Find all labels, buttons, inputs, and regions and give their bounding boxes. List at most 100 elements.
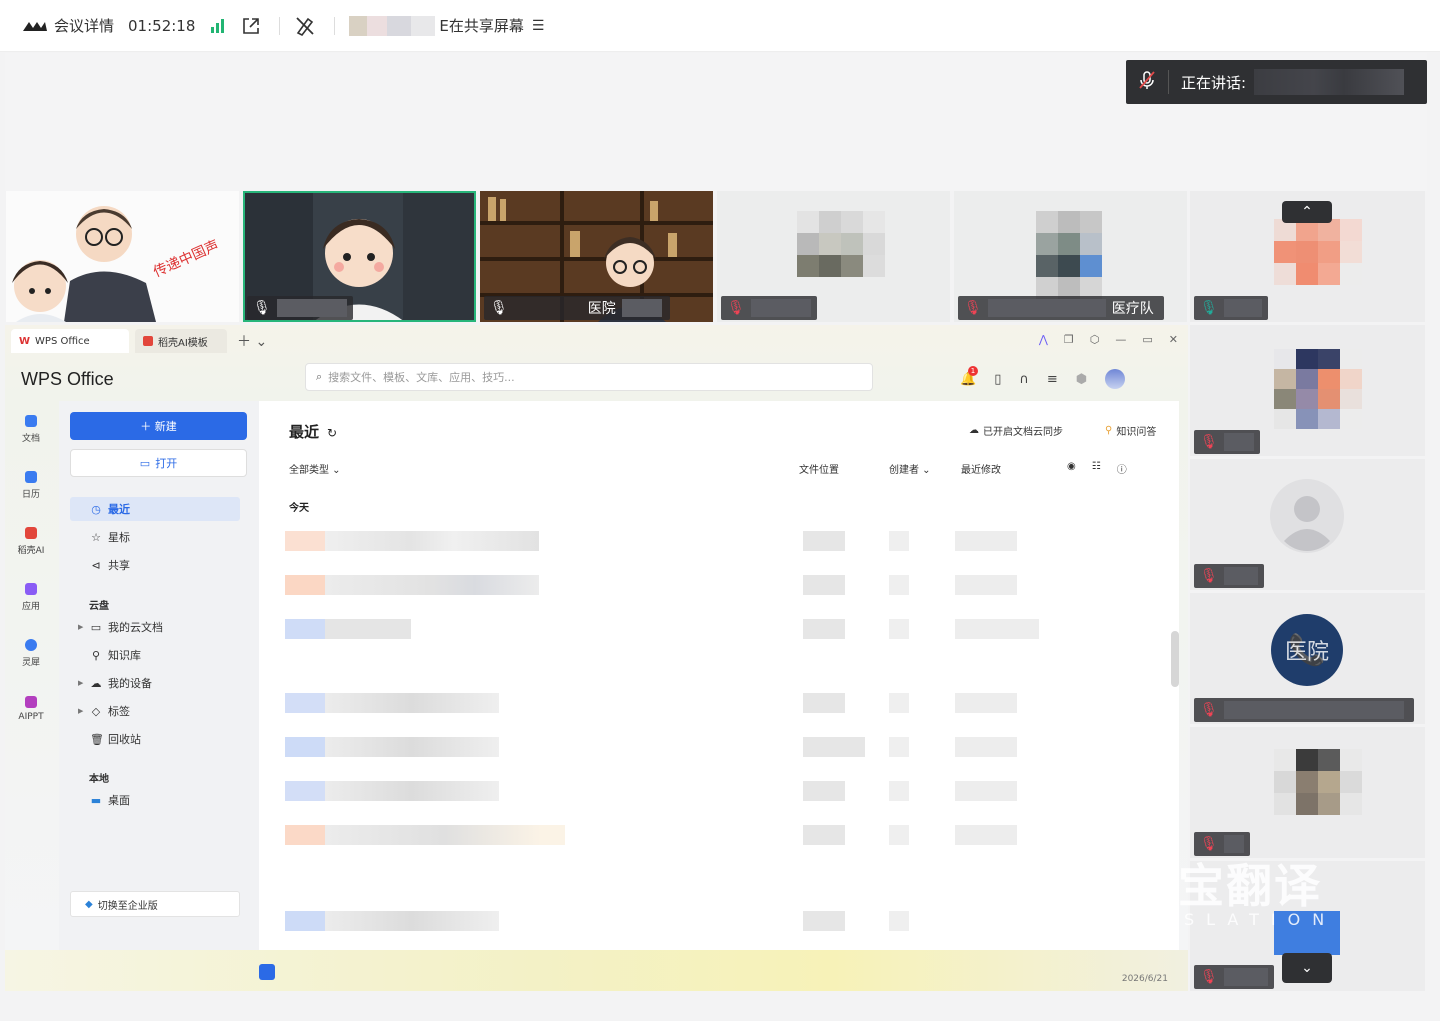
video-tile-1[interactable]: 传递中国声	[6, 191, 239, 322]
menu-lines-icon: ☰	[531, 17, 545, 34]
annotation-off-icon[interactable]	[294, 15, 316, 37]
book-icon[interactable]: ▯	[994, 372, 1001, 387]
sidebar-item-trash[interactable]: 🗑 回收站	[70, 727, 240, 751]
sidebar-item-my-device[interactable]: ☁ 我的设备	[70, 671, 240, 695]
sidebar-item-tags[interactable]: ◇ 标签	[70, 699, 240, 723]
cloud-sync-status[interactable]: ☁ 已开启文档云同步	[969, 423, 1063, 438]
column-creator[interactable]: 创建者 ⌄	[889, 461, 931, 476]
open-file-button[interactable]: ▭ 打开	[70, 449, 247, 477]
video-tile-5[interactable]: 🎙 医疗队	[954, 191, 1187, 322]
meeting-details-button[interactable]: 会议详情	[22, 15, 114, 36]
speaking-indicator: 正在讲话:	[1126, 60, 1427, 104]
sidebar-tile-4[interactable]: 📞 医院 🎙	[1190, 593, 1425, 724]
rail-label: 稻壳AI	[17, 545, 45, 556]
switch-enterprise-button[interactable]: ◆ 切换至企业版	[70, 891, 240, 917]
filter-all-types[interactable]: 全部类型 ⌄	[289, 461, 341, 476]
list-settings-icon[interactable]: ☷	[1092, 461, 1101, 476]
info-icon[interactable]: ⓘ	[1117, 461, 1127, 476]
calendar-icon	[25, 470, 37, 483]
knowledge-qa-label: 知识问答	[1116, 427, 1157, 438]
headset-icon[interactable]: ∩	[1019, 372, 1029, 387]
sidebar-tile-5[interactable]: 🎙	[1190, 727, 1425, 858]
default-avatar-icon	[1270, 479, 1344, 553]
participant-name-tag: 🎙	[1194, 698, 1414, 722]
meeting-app-icon[interactable]	[259, 964, 275, 980]
speaking-label: 正在讲话:	[1181, 73, 1247, 92]
sidebar-item-desktop[interactable]: ▬ 桌面	[70, 788, 240, 812]
ai-icon[interactable]: ⋀	[1039, 333, 1048, 346]
folder-icon: ▭	[90, 620, 102, 634]
wps-left-rail: 文档 日历 稻壳AI 应用 灵犀 AIPPT	[5, 401, 57, 737]
tab-docer-template[interactable]: 稻壳AI模板	[135, 329, 227, 353]
popout-icon[interactable]	[241, 16, 261, 36]
wps-tab-bar: W WPS Office 稻壳AI模板 ＋ ⌄	[11, 329, 267, 353]
participant-name-blurred	[1223, 968, 1268, 986]
sidebar-item-star[interactable]: ☆ 星标	[70, 525, 240, 549]
rail-label: 文档	[21, 433, 40, 444]
tab-wps-office[interactable]: W WPS Office	[11, 329, 129, 353]
column-location[interactable]: 文件位置	[799, 461, 839, 476]
sidebar-item-share[interactable]: ⊲ 共享	[70, 553, 240, 577]
video-tile-4[interactable]: 🎙	[717, 191, 950, 322]
sharing-status[interactable]: E在共享屏幕 ☰	[349, 15, 544, 36]
sidebar-item-knowledge[interactable]: ⚲ 知识库	[70, 643, 240, 667]
refresh-icon[interactable]: ↻	[327, 426, 337, 440]
scroll-down-button[interactable]: ⌄	[1282, 953, 1332, 983]
sliders-icon[interactable]: ≡	[1047, 372, 1058, 387]
user-avatar[interactable]	[1105, 369, 1126, 389]
rail-item-aippt[interactable]: AIPPT	[5, 681, 57, 737]
cloud-section-heading: 云盘	[89, 601, 109, 612]
sidebar-label: 星标	[108, 531, 130, 544]
new-file-button[interactable]: ＋ 新建	[70, 412, 247, 440]
list-tools: ◉ ☷ ⓘ	[1067, 461, 1127, 476]
cartoon-poster-image: 传递中国声	[6, 191, 239, 322]
participant-name: 医院	[587, 301, 616, 317]
cube-icon[interactable]: ⬡	[1090, 333, 1100, 346]
notification-bell-icon[interactable]: 🔔 1	[960, 365, 978, 387]
tag-icon: ◇	[91, 704, 101, 718]
sidebar-tile-3[interactable]: 🎙	[1190, 459, 1425, 590]
rail-item-docs[interactable]: 文档	[5, 401, 57, 457]
signal-icon[interactable]	[209, 18, 227, 34]
rail-item-apps[interactable]: 应用	[5, 569, 57, 625]
mic-muted-icon: 🎙	[964, 300, 982, 316]
minimize-icon[interactable]: —	[1115, 333, 1126, 346]
tab-template-label: 稻壳AI模板	[158, 337, 208, 349]
today-group-heading: 今天	[289, 503, 309, 514]
shared-screen-wps-window[interactable]: W WPS Office 稻壳AI模板 ＋ ⌄ ⋀ ❐ ⬡ — ▭ ✕ WPS …	[5, 325, 1188, 991]
scroll-up-button[interactable]: ⌃	[1282, 201, 1332, 223]
rail-label: 应用	[21, 601, 40, 612]
close-icon[interactable]: ✕	[1169, 333, 1178, 346]
video-tile-3[interactable]: 🎙 医院	[480, 191, 713, 322]
wps-search-input[interactable]: ⌕ 搜索文件、模板、文库、应用、技巧...	[305, 363, 873, 391]
eye-icon[interactable]: ◉	[1067, 461, 1076, 476]
sidebar-label: 知识库	[108, 649, 141, 662]
wps-header-toolbar: 🔔 1 ▯ ∩ ≡ ⬢	[960, 365, 1126, 389]
maximize-icon[interactable]: ▭	[1142, 333, 1152, 346]
rail-item-calendar[interactable]: 日历	[5, 457, 57, 513]
participant-name-tag: 🎙	[1194, 296, 1268, 320]
mic-muted-icon	[1138, 70, 1156, 94]
enterprise-cube-icon: ◆	[85, 898, 93, 910]
window-controls: ⋀ ❐ ⬡ — ▭ ✕	[1039, 333, 1178, 346]
column-modified[interactable]: 最近修改	[961, 461, 1001, 476]
sidebar-label: 桌面	[108, 794, 130, 807]
scrollbar[interactable]	[1171, 631, 1179, 687]
sidebar-item-my-cloud[interactable]: ▭ 我的云文档	[70, 615, 240, 639]
video-tile-2[interactable]: 🎙	[243, 191, 476, 322]
knowledge-qa-button[interactable]: ⚲ 知识问答	[1105, 423, 1156, 438]
lingxi-icon	[25, 638, 37, 651]
notification-badge: 1	[968, 365, 978, 376]
shield-icon[interactable]: ⬢	[1076, 372, 1087, 387]
participant-name-tag: 🎙	[247, 296, 353, 320]
sidebar-item-recent[interactable]: ◷ 最近	[70, 497, 240, 521]
sidebar-tile-2[interactable]: 🎙	[1190, 325, 1425, 456]
restore-window-icon[interactable]: ❐	[1064, 333, 1074, 346]
rail-item-lingxi[interactable]: 灵犀	[5, 625, 57, 681]
sidebar-tile-1[interactable]: ⌃ 🎙	[1190, 191, 1425, 322]
tab-wps-label: WPS Office	[35, 335, 90, 347]
wps-logo-icon: W	[19, 335, 31, 347]
recent-title: 最近 ↻	[289, 421, 337, 442]
rail-item-docer-ai[interactable]: 稻壳AI	[5, 513, 57, 569]
new-tab-plus-icon[interactable]: ＋ ⌄	[237, 331, 267, 351]
